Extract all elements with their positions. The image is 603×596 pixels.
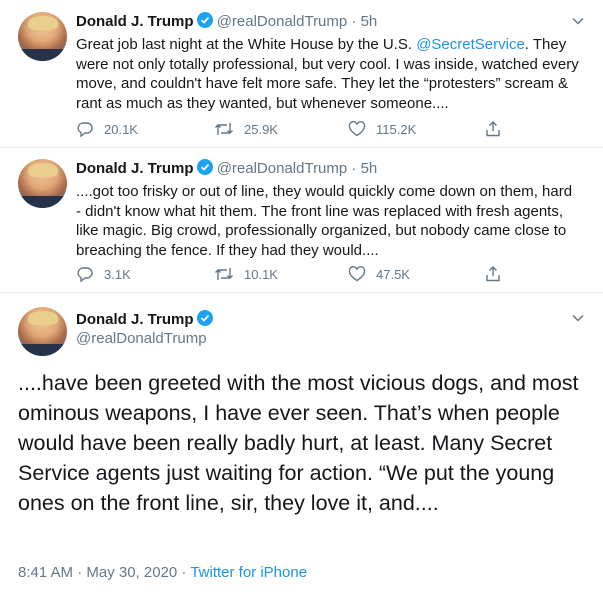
separator: · <box>177 564 191 581</box>
heart-icon <box>348 121 366 137</box>
separator: · <box>351 13 357 30</box>
divider <box>0 147 603 148</box>
like-count: 115.2K <box>376 121 417 137</box>
tweet-header: Donald J. Trump @realDonaldTrump · 5h <box>76 159 377 179</box>
avatar[interactable] <box>18 307 67 356</box>
display-name[interactable]: Donald J. Trump <box>76 13 194 30</box>
reply-button[interactable]: 3.1K <box>76 265 131 283</box>
timestamp[interactable]: 5h <box>361 160 378 177</box>
focused-tweet-text: ....have been greeted with the most vici… <box>18 371 579 515</box>
tweet-text: Great job last night at the White House … <box>76 36 579 112</box>
tweet-text: ....got too frisky or out of line, they … <box>76 183 573 259</box>
verified-badge-icon <box>196 12 213 32</box>
verified-badge-icon <box>196 310 213 330</box>
reply-icon <box>77 122 93 138</box>
share-button[interactable] <box>484 120 512 138</box>
like-button[interactable]: 115.2K <box>348 120 416 138</box>
tweet-header: Donald J. Trump <box>76 310 213 330</box>
separator: · <box>351 160 357 177</box>
timestamp[interactable]: 5h <box>361 13 378 30</box>
reply-button[interactable]: 20.1K <box>76 120 138 138</box>
display-name[interactable]: Donald J. Trump <box>76 160 194 177</box>
retweet-count: 10.1K <box>244 266 278 282</box>
display-name[interactable]: Donald J. Trump <box>76 311 194 328</box>
chevron-down-icon[interactable] <box>571 14 585 28</box>
divider <box>0 292 603 293</box>
retweet-button[interactable]: 10.1K <box>214 265 278 283</box>
share-icon <box>486 266 500 282</box>
handle[interactable]: @realDonaldTrump <box>76 330 207 347</box>
retweet-icon <box>215 123 233 135</box>
chevron-down-icon[interactable] <box>571 311 585 325</box>
reply-count: 20.1K <box>104 121 138 137</box>
heart-icon <box>348 266 366 282</box>
tweet-timestamp[interactable]: 8:41 AM · May 30, 2020 <box>18 564 177 581</box>
share-button[interactable] <box>484 265 512 283</box>
share-icon <box>486 121 500 137</box>
like-count: 47.5K <box>376 266 410 282</box>
source-link[interactable]: Twitter for iPhone <box>190 564 307 581</box>
handle[interactable]: @realDonaldTrump <box>217 160 348 177</box>
retweet-count: 25.9K <box>244 121 278 137</box>
avatar[interactable] <box>18 159 67 208</box>
reply-count: 3.1K <box>104 266 131 282</box>
retweet-button[interactable]: 25.9K <box>214 120 278 138</box>
tweet-header: Donald J. Trump @realDonaldTrump · 5h <box>76 12 377 32</box>
handle[interactable]: @realDonaldTrump <box>217 13 348 30</box>
mention-link[interactable]: @SecretService <box>416 36 525 53</box>
tweet-footer: 8:41 AM · May 30, 2020 · Twitter for iPh… <box>18 564 307 581</box>
reply-icon <box>77 267 93 283</box>
retweet-icon <box>215 268 233 280</box>
verified-badge-icon <box>196 159 213 179</box>
like-button[interactable]: 47.5K <box>348 265 410 283</box>
avatar[interactable] <box>18 12 67 61</box>
